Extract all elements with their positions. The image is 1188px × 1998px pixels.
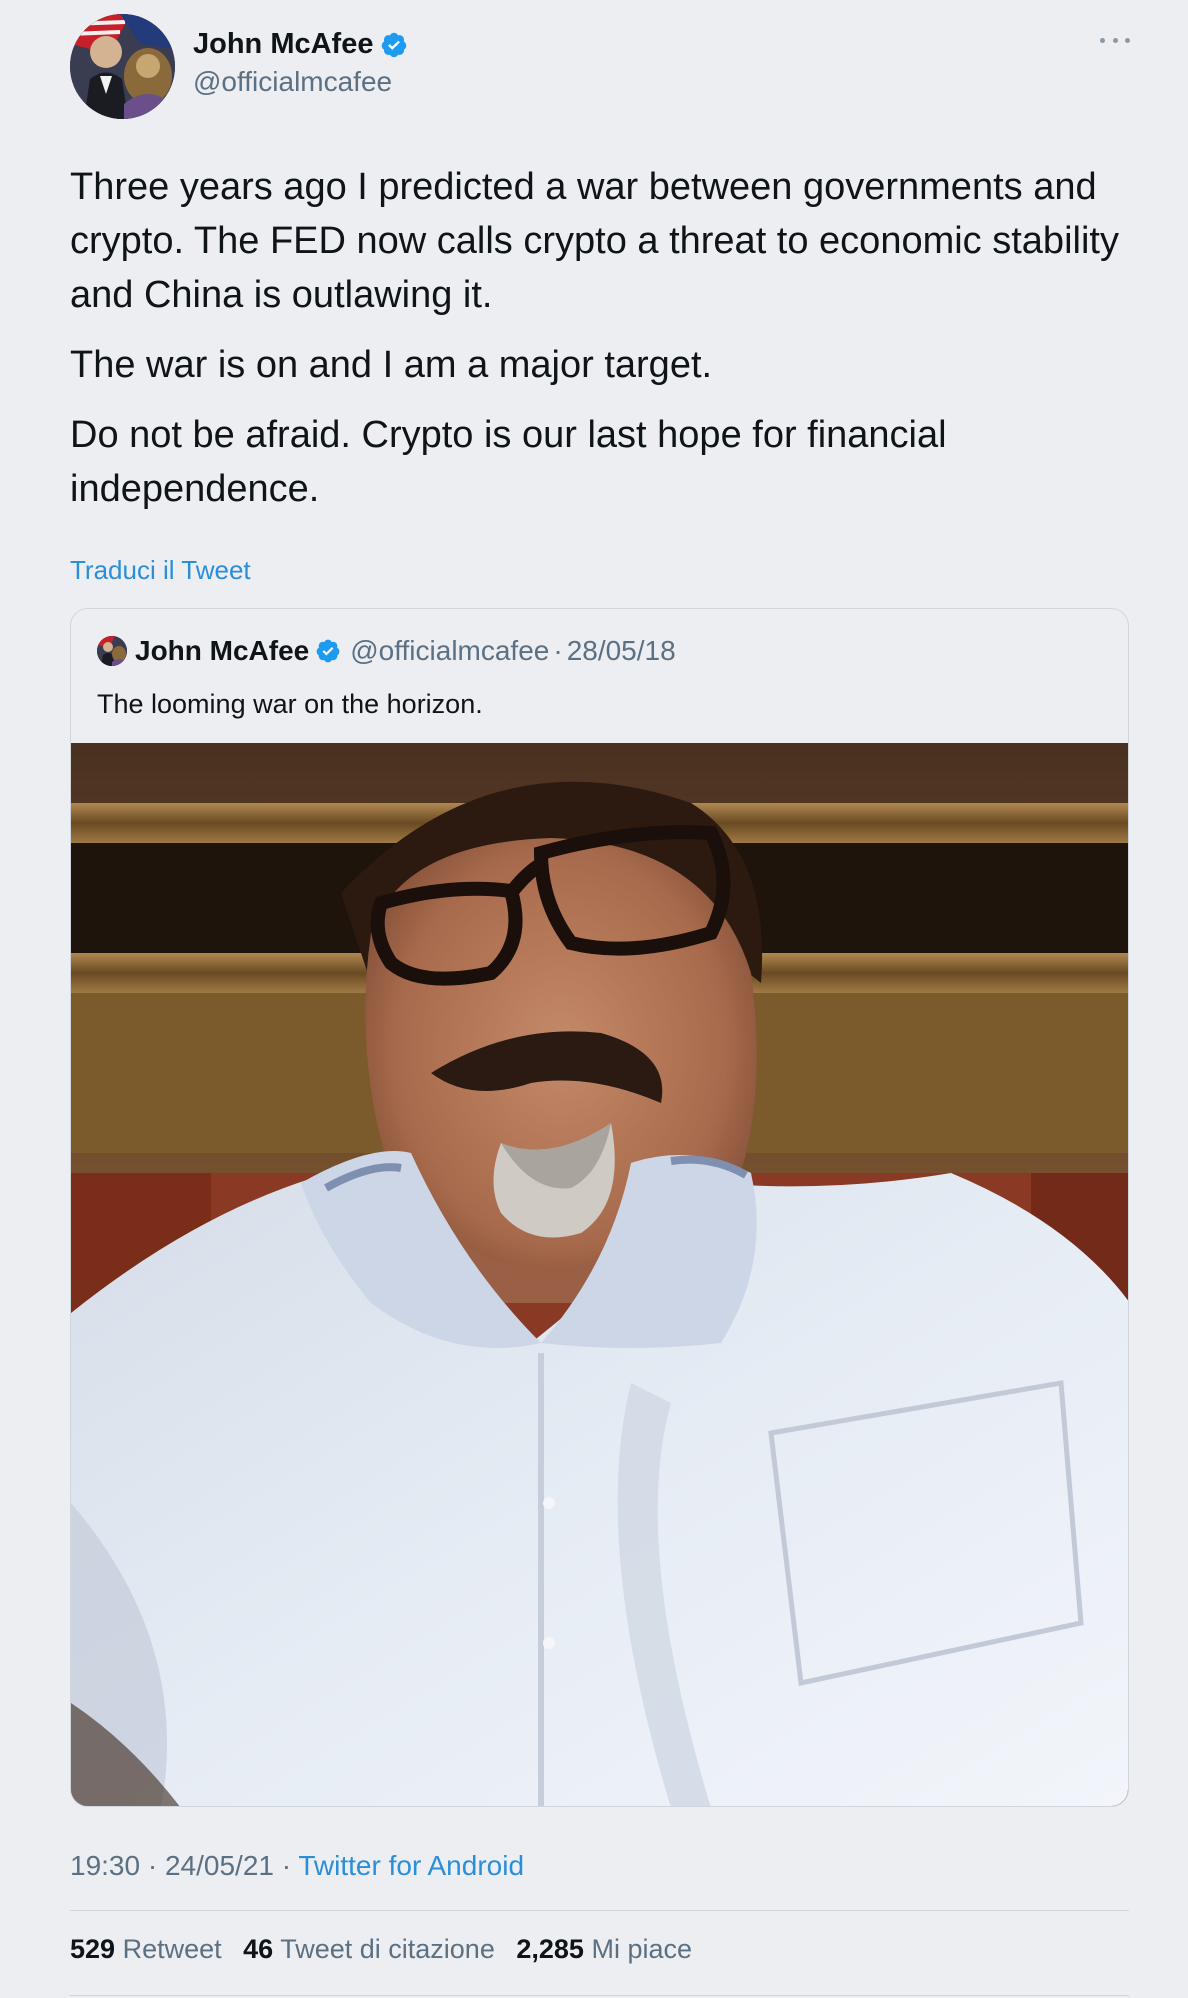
tweet-paragraph: Three years ago I predicted a war betwee…: [70, 166, 1119, 316]
verified-badge-icon: [315, 638, 341, 664]
likes-count: 2,285: [516, 1934, 584, 1964]
more-options-icon[interactable]: [1100, 30, 1130, 50]
divider: [70, 1995, 1129, 1996]
author-name-row[interactable]: John McAfee: [193, 28, 408, 61]
quote-tweets-label: Tweet di citazione: [280, 1934, 495, 1964]
author-avatar[interactable]: [70, 14, 175, 119]
author-handle[interactable]: @officialmcafee: [193, 66, 392, 98]
tweet-stats: 529 Retweet 46 Tweet di citazione 2,285 …: [70, 1934, 706, 1965]
quote-tweets-stat[interactable]: 46 Tweet di citazione: [243, 1934, 502, 1964]
quoted-author-name: John McAfee: [135, 635, 310, 666]
retweets-count: 529: [70, 1934, 116, 1964]
tweet-paragraph: The war is on and I am a major target.: [70, 344, 713, 386]
tweet-text: Three years ago I predicted a war betwee…: [70, 160, 1130, 532]
tweet-source-link[interactable]: Twitter for Android: [298, 1850, 524, 1881]
quote-tweets-count: 46: [243, 1934, 274, 1964]
tweet-meta: 19:30 · 24/05/21 · Twitter for Android: [70, 1850, 524, 1882]
author-name[interactable]: John McAfee: [193, 28, 373, 61]
quoted-tweet-header: John McAfee @officialmcafee · 28/05/18: [97, 635, 676, 667]
quoted-tweet-date: 28/05/18: [566, 635, 676, 666]
tweet-date[interactable]: 24/05/21: [165, 1850, 274, 1881]
separator-dot: ·: [553, 635, 563, 666]
likes-stat[interactable]: 2,285 Mi piace: [516, 1934, 692, 1964]
likes-label: Mi piace: [591, 1934, 692, 1964]
retweets-stat[interactable]: 529 Retweet: [70, 1934, 229, 1964]
verified-badge-icon: [380, 31, 408, 59]
quoted-author-handle: @officialmcafee: [350, 635, 550, 666]
quoted-author-avatar: [97, 636, 127, 666]
quoted-tweet-text: The looming war on the horizon.: [97, 689, 483, 719]
divider: [70, 1910, 1129, 1911]
separator-dot: ·: [281, 1850, 292, 1881]
tweet: John McAfee @officialmcafee Three years …: [0, 0, 1188, 1998]
tweet-paragraph: Do not be afraid. Crypto is our last hop…: [70, 414, 947, 510]
quoted-tweet-video-thumbnail[interactable]: [71, 743, 1128, 1806]
translate-tweet-link[interactable]: Traduci il Tweet: [70, 555, 251, 586]
tweet-time[interactable]: 19:30: [70, 1850, 140, 1881]
quoted-tweet[interactable]: John McAfee @officialmcafee · 28/05/18 T…: [70, 608, 1129, 1807]
separator-dot: ·: [147, 1850, 158, 1881]
retweets-label: Retweet: [122, 1934, 222, 1964]
